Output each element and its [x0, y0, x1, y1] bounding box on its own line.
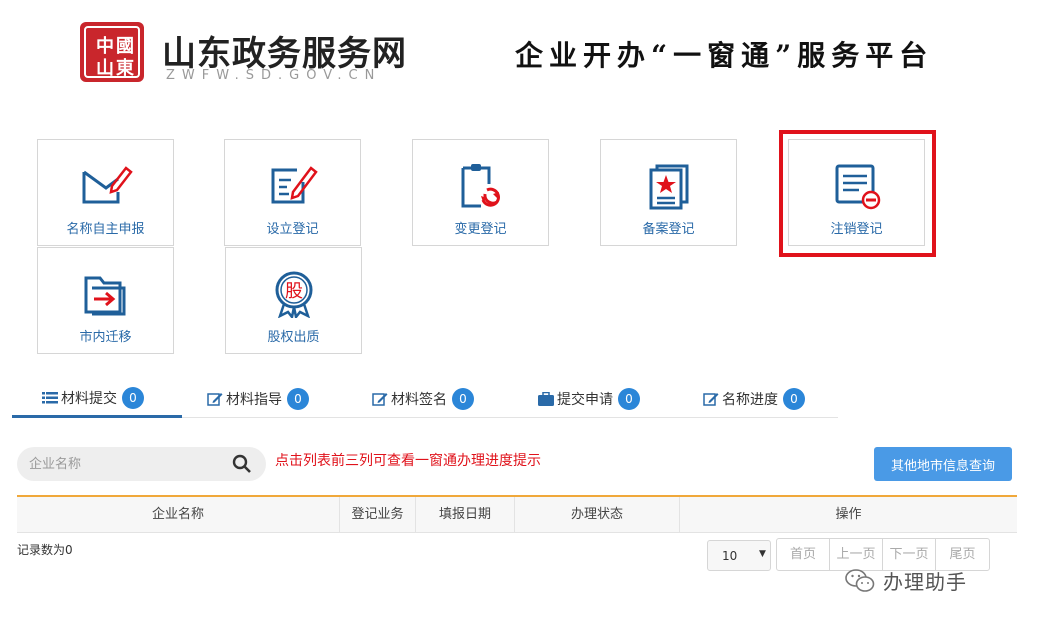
- edit-icon: [703, 393, 719, 406]
- tab-material-sign[interactable]: 材料签名 0: [372, 380, 474, 418]
- change-icon: [461, 164, 500, 208]
- name-declare-icon: [82, 166, 133, 204]
- table-header: 企业名称 登记业务 填报日期 办理状态 操作: [17, 495, 1017, 533]
- tile-record[interactable]: 备案登记: [600, 139, 737, 246]
- search-icon[interactable]: [232, 454, 252, 474]
- briefcase-icon: [538, 392, 554, 406]
- column-header[interactable]: 填报日期: [416, 497, 515, 533]
- site-domain: ZWFW.SD.GOV.CN: [166, 68, 382, 83]
- highlight-frame: [779, 130, 936, 257]
- equity-glyph: 股: [285, 281, 303, 302]
- tile-label: 市内迁移: [79, 330, 132, 345]
- tile-label: 变更登记: [454, 222, 507, 237]
- svg-text:國: 國: [116, 36, 134, 57]
- svg-text:中: 中: [96, 35, 114, 57]
- tile-label: 名称自主申报: [66, 222, 145, 237]
- edit-icon: [207, 393, 223, 406]
- platform-title: 企业开办“一窗通”服务平台: [515, 39, 934, 72]
- count-badge: 0: [122, 386, 144, 409]
- watermark: 办理助手: [845, 566, 967, 595]
- svg-text:東: 東: [116, 57, 134, 79]
- tile-label: 股权出质: [267, 330, 320, 345]
- tab-label: 材料提交: [61, 390, 117, 407]
- svg-text:山: 山: [96, 58, 114, 79]
- tile-equity[interactable]: 股 股权出质: [225, 247, 362, 354]
- tab-material-submit[interactable]: 材料提交 0: [12, 380, 182, 418]
- edit-icon: [372, 393, 388, 406]
- count-badge: 0: [452, 388, 474, 410]
- tab-label: 名称进度: [722, 392, 778, 408]
- equity-icon: 股: [275, 271, 312, 318]
- seal-logo: 中 國 山 東: [80, 22, 144, 82]
- column-header[interactable]: 办理状态: [515, 497, 680, 533]
- tab-submit-application[interactable]: 提交申请 0: [538, 380, 640, 418]
- column-header[interactable]: 企业名称: [17, 497, 340, 533]
- column-header[interactable]: 登记业务: [340, 497, 416, 533]
- caret-down-icon: ▼: [759, 549, 766, 559]
- watermark-text: 办理助手: [883, 570, 967, 594]
- tab-material-guide[interactable]: 材料指导 0: [207, 380, 309, 418]
- tile-change[interactable]: 变更登记: [412, 139, 549, 246]
- tile-migrate[interactable]: 市内迁移: [37, 247, 174, 354]
- wechat-icon: [845, 568, 875, 592]
- page-size-value: 10: [722, 549, 738, 563]
- hint-text: 点击列表前三列可查看一窗通办理进度提示: [275, 453, 541, 469]
- tab-label: 材料指导: [226, 392, 282, 408]
- other-city-query-button[interactable]: 其他地市信息查询: [874, 447, 1012, 481]
- count-badge: 0: [618, 388, 640, 410]
- tile-label: 备案登记: [642, 222, 695, 237]
- tile-label: 设立登记: [266, 222, 319, 237]
- column-header[interactable]: 操作: [680, 497, 1017, 533]
- search-box: [17, 447, 266, 481]
- search-input[interactable]: [29, 447, 224, 481]
- count-badge: 0: [287, 388, 309, 410]
- count-badge: 0: [783, 388, 805, 410]
- page-size-select[interactable]: 10 ▼: [707, 540, 771, 571]
- tile-establish[interactable]: 设立登记: [224, 139, 361, 246]
- list-icon: [42, 391, 58, 403]
- establish-icon: [271, 166, 318, 204]
- tab-label: 材料签名: [391, 392, 447, 408]
- tab-bar: 材料提交 0 材料指导 0 材料签名 0 提交申请 0 名称进度 0: [12, 380, 838, 418]
- tab-label: 提交申请: [557, 392, 613, 408]
- record-count: 记录数为0: [17, 543, 73, 557]
- tab-name-progress[interactable]: 名称进度 0: [703, 380, 805, 418]
- first-page-button[interactable]: 首页: [777, 539, 830, 570]
- migrate-icon: [84, 276, 125, 316]
- tile-name-declare[interactable]: 名称自主申报: [37, 139, 174, 246]
- record-icon: [649, 164, 688, 210]
